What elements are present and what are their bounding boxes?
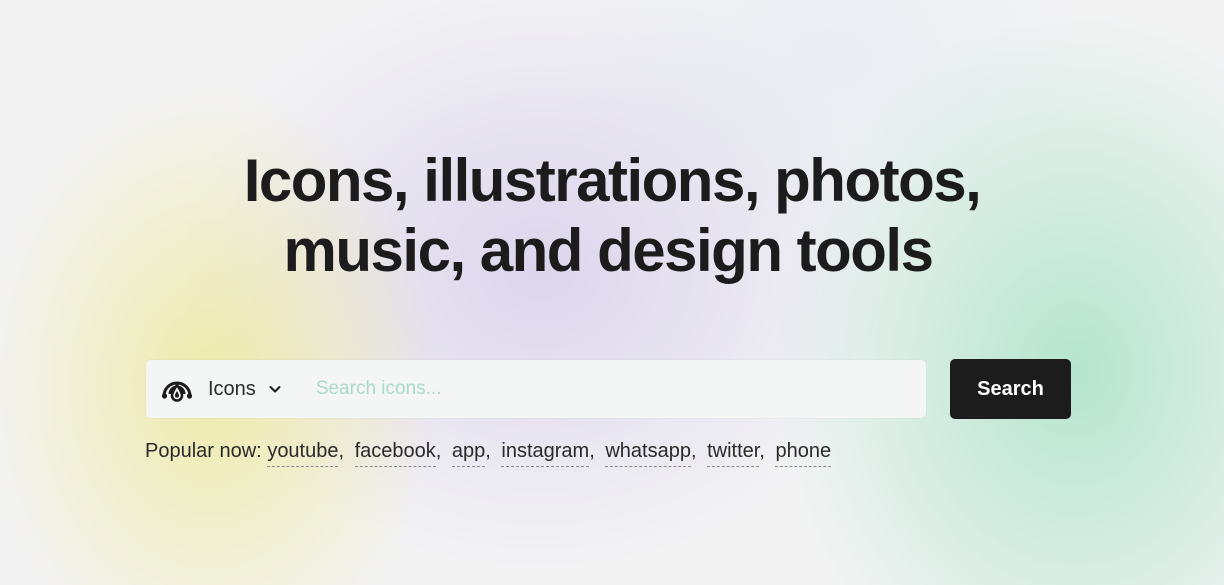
popular-link-whatsapp[interactable]: whatsapp	[605, 440, 691, 467]
brand-logo-icon	[161, 381, 193, 402]
asset-type-label: Icons	[208, 377, 256, 400]
headline-line-1: Icons, illustrations, photos,	[243, 147, 982, 214]
popular-link-instagram[interactable]: instagram	[501, 440, 590, 467]
popular-label: Popular now:	[145, 440, 262, 462]
search-button[interactable]: Search	[950, 359, 1071, 419]
search-box: Icons	[146, 360, 926, 418]
asset-type-dropdown[interactable]: Icons	[146, 360, 282, 418]
popular-link-phone[interactable]: phone	[775, 440, 832, 467]
chevron-down-icon	[269, 386, 281, 393]
search-input[interactable]	[315, 369, 876, 409]
popular-link-facebook[interactable]: facebook	[354, 440, 436, 467]
hero-section: Icons, illustrations, photos, music, and…	[0, 0, 1224, 585]
popular-searches: Popular now: youtube, facebook, app, ins…	[145, 440, 832, 467]
popular-link-twitter[interactable]: twitter	[707, 440, 760, 467]
popular-link-youtube[interactable]: youtube	[267, 440, 339, 467]
hero-headline: Icons, illustrations, photos, music, and…	[0, 146, 1224, 286]
popular-link-app[interactable]: app	[451, 440, 486, 467]
headline-line-2: music, and design tools	[283, 217, 934, 284]
